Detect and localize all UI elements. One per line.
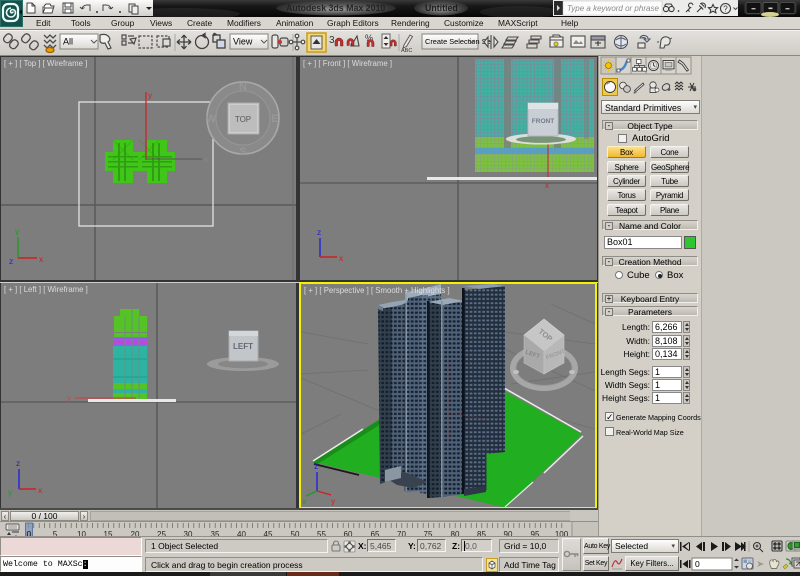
svg-text:z: z [9,256,13,266]
svg-text:z: z [16,458,20,468]
svg-text:Untitled: Untitled [425,3,458,13]
svg-text:x: x [39,254,44,264]
svg-text:x: x [204,155,208,164]
svg-text:FRONT: FRONT [532,118,554,125]
svg-text:y: y [15,226,20,236]
svg-text:3: 3 [329,35,335,46]
svg-text:y: y [331,496,336,506]
svg-text:x: x [339,253,344,263]
svg-text:z: z [314,461,318,471]
svg-text:S: S [239,146,246,158]
svg-text:?: ? [723,5,728,14]
svg-text:TOP: TOP [235,115,251,124]
svg-text:0: 0 [695,559,700,569]
svg-text:E: E [271,113,278,125]
svg-text:LEFT: LEFT [233,342,253,351]
svg-text:Create Selection Se: Create Selection Se [425,37,491,46]
svg-text:z: z [317,227,321,237]
svg-text:N: N [239,81,247,93]
svg-text:y: y [8,487,13,497]
svg-text:W: W [206,113,217,125]
svg-text:Autodesk 3ds Max 2010: Autodesk 3ds Max 2010 [286,3,385,13]
svg-text:All: All [63,37,73,47]
svg-text:x: x [38,485,43,495]
svg-text:ABC: ABC [401,48,412,54]
svg-text:x: x [545,181,549,190]
svg-text:y: y [148,91,152,100]
svg-text:x: x [302,496,307,506]
svg-text:y: y [67,394,71,403]
svg-text:Type a keyword or phrase: Type a keyword or phrase [567,4,659,13]
svg-text:View: View [233,37,253,47]
